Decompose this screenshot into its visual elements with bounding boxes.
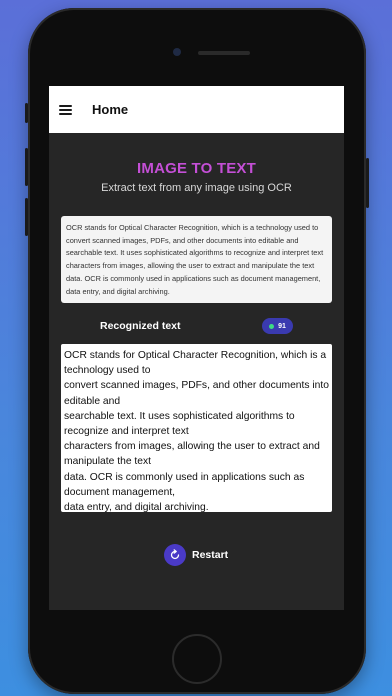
recognized-line: convert scanned images, PDFs, and other … — [64, 380, 329, 407]
recognized-line: data. OCR is commonly used in applicatio… — [64, 471, 305, 498]
front-camera — [173, 48, 181, 56]
hero-subtitle: Extract text from any image using OCR — [101, 182, 292, 194]
hero-title: IMAGE TO TEXT — [137, 160, 256, 177]
power-button — [366, 158, 369, 208]
recognized-label: Recognized text — [100, 320, 181, 332]
confidence-badge: 91 — [262, 318, 293, 334]
restart-button[interactable]: Restart — [164, 544, 228, 566]
recognized-line: data entry, and digital archiving. — [64, 502, 209, 512]
image-preview-text: OCR stands for Optical Character Recogni… — [66, 223, 324, 296]
mute-switch — [25, 103, 28, 123]
image-preview: OCR stands for Optical Character Recogni… — [61, 216, 332, 303]
menu-icon[interactable] — [59, 104, 72, 115]
status-dot-icon — [269, 323, 275, 329]
recognized-line: OCR stands for Optical Character Recogni… — [64, 350, 327, 377]
recognized-line: characters from images, allowing the use… — [64, 441, 320, 468]
recognized-header: Recognized text 91 — [49, 312, 344, 342]
home-button — [172, 634, 222, 684]
app-screen: Home IMAGE TO TEXT Extract text from any… — [49, 86, 344, 610]
recognized-line: searchable text. It uses sophisticated a… — [64, 410, 295, 438]
restart-label: Restart — [192, 549, 229, 561]
volume-down-button — [25, 198, 28, 236]
recognized-text-box[interactable]: OCR stands for Optical Character Recogni… — [61, 344, 332, 512]
volume-up-button — [25, 148, 28, 186]
earpiece-speaker — [198, 51, 250, 55]
page-title: Home — [92, 102, 129, 117]
refresh-icon — [164, 544, 186, 566]
app-bar: Home — [49, 86, 344, 133]
confidence-score: 91 — [278, 322, 286, 330]
